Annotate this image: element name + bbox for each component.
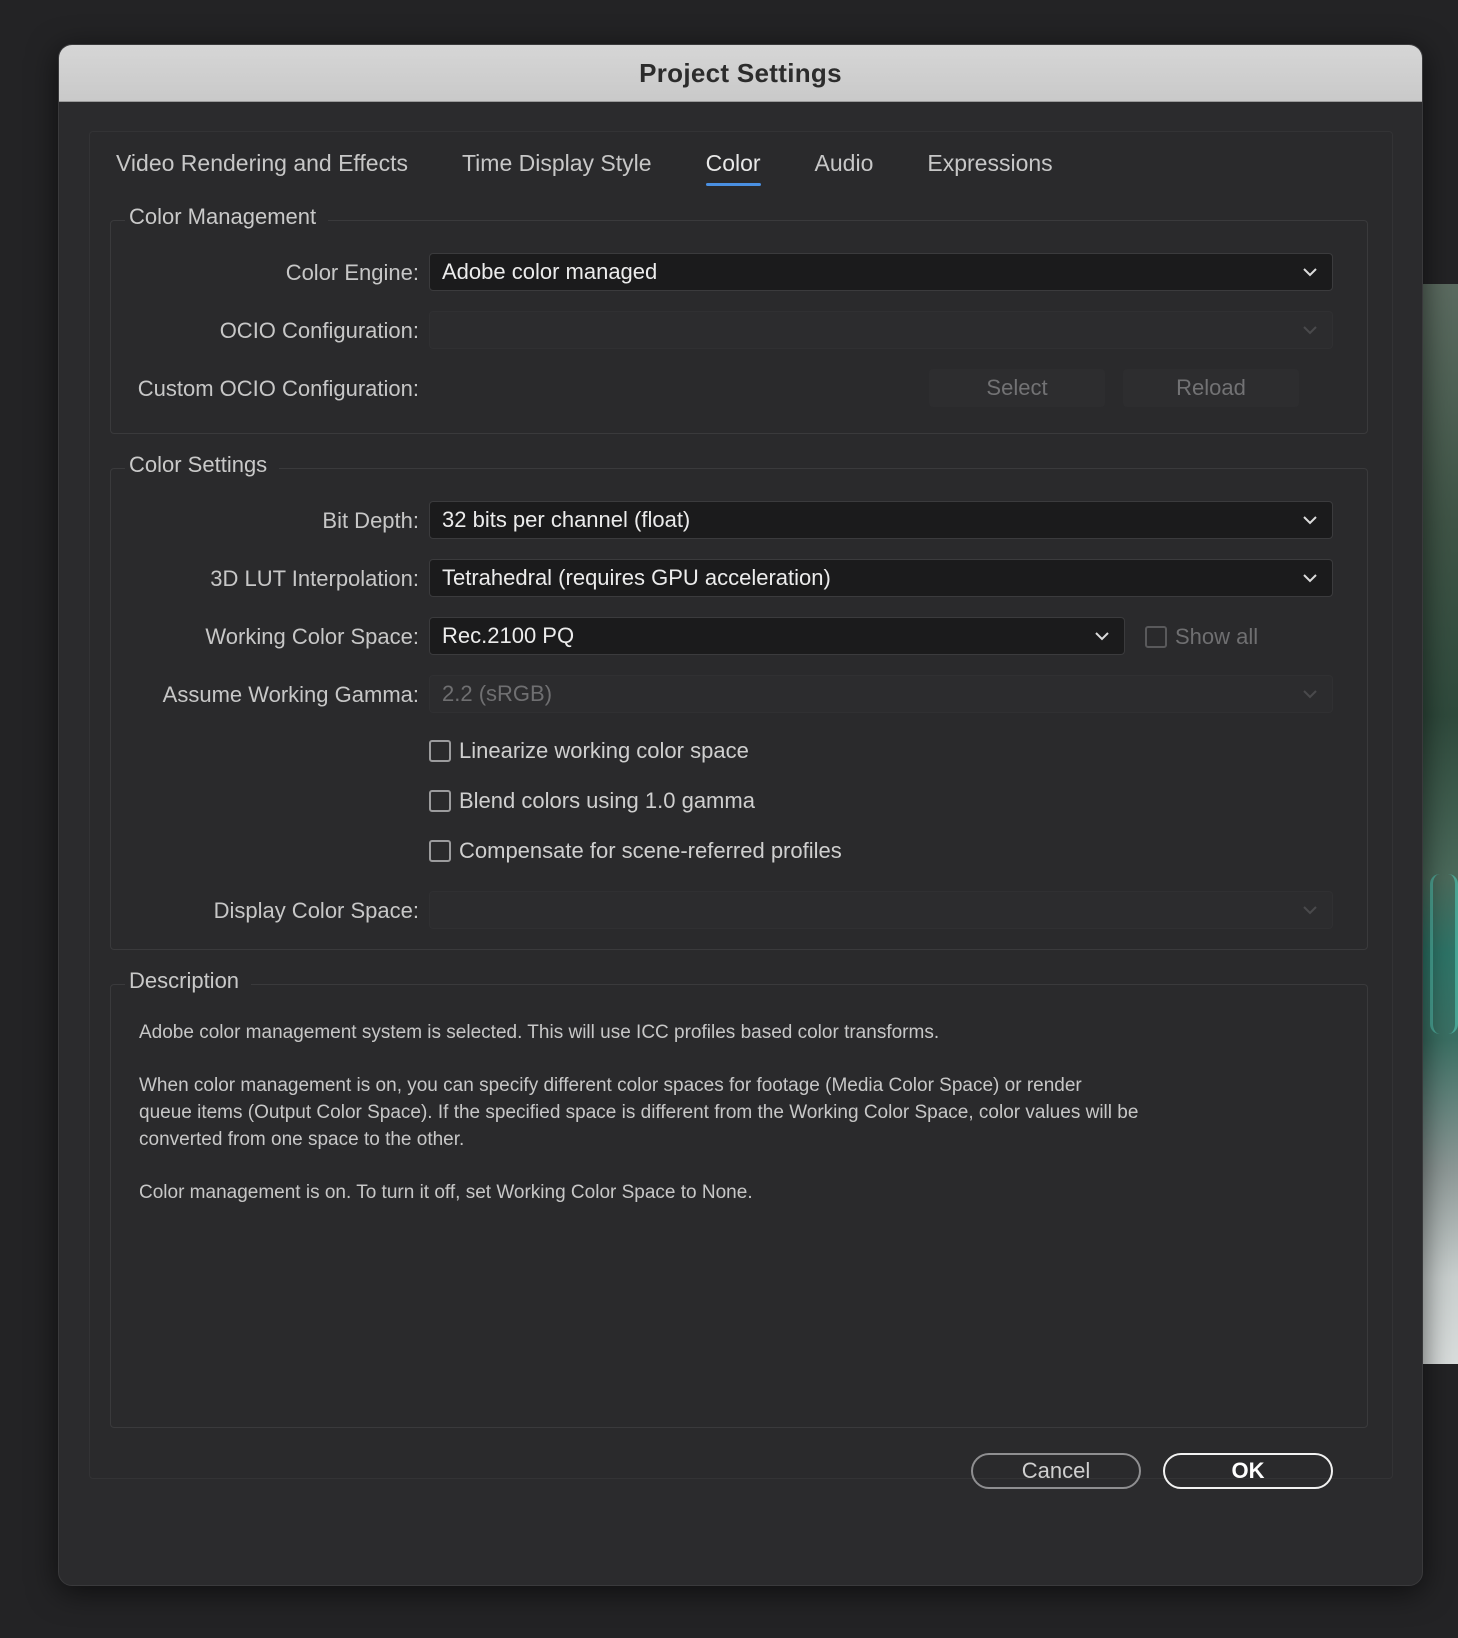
description-title: Description: [125, 968, 252, 994]
chevron-down-icon: [1094, 628, 1110, 644]
background-photo: [1420, 284, 1458, 1364]
lut-interpolation-value: Tetrahedral (requires GPU acceleration): [442, 565, 831, 590]
tab-bar: Video Rendering and Effects Time Display…: [116, 150, 1107, 186]
ok-button[interactable]: OK: [1163, 1453, 1333, 1489]
compensate-label: Compensate for scene-referred profiles: [459, 838, 842, 863]
color-engine-value: Adobe color managed: [442, 259, 658, 284]
tab-color[interactable]: Color: [705, 150, 761, 186]
custom-ocio-label: Custom OCIO Configuration:: [137, 376, 419, 401]
show-all-checkbox: Show all: [1145, 621, 1258, 653]
select-ocio-button: Select: [929, 369, 1105, 407]
linearize-checkbox[interactable]: Linearize working color space: [429, 735, 749, 767]
bit-depth-dropdown[interactable]: 32 bits per channel (float): [429, 501, 1333, 539]
chevron-down-icon: [1302, 570, 1318, 586]
compensate-box[interactable]: [429, 840, 451, 862]
description-group: Description Adobe color management syste…: [110, 968, 1368, 1428]
working-gamma-dropdown: 2.2 (sRGB): [429, 675, 1333, 713]
display-color-space-row: Display Color Space:: [111, 891, 1367, 931]
cancel-button[interactable]: Cancel: [971, 1453, 1141, 1489]
chevron-down-icon: [1302, 322, 1318, 338]
display-color-space-dropdown: [429, 891, 1333, 929]
compensate-checkbox[interactable]: Compensate for scene-referred profiles: [429, 835, 842, 867]
bit-depth-value: 32 bits per channel (float): [442, 507, 691, 532]
working-color-space-row: Working Color Space: Rec.2100 PQ Show al…: [111, 617, 1367, 657]
lut-interpolation-label: 3D LUT Interpolation:: [210, 566, 419, 591]
color-management-title: Color Management: [125, 204, 329, 230]
lut-interpolation-dropdown[interactable]: Tetrahedral (requires GPU acceleration): [429, 559, 1333, 597]
tab-video-rendering[interactable]: Video Rendering and Effects: [116, 150, 408, 185]
lut-interpolation-row: 3D LUT Interpolation: Tetrahedral (requi…: [111, 559, 1367, 599]
description-paragraph-3: Color management is on. To turn it off, …: [139, 1182, 753, 1203]
tab-time-display[interactable]: Time Display Style: [462, 150, 652, 185]
settings-panel: Video Rendering and Effects Time Display…: [89, 131, 1393, 1479]
blend-gamma-checkbox[interactable]: Blend colors using 1.0 gamma: [429, 785, 755, 817]
bit-depth-row: Bit Depth: 32 bits per channel (float): [111, 501, 1367, 541]
custom-ocio-row: Custom OCIO Configuration: Select Reload: [111, 369, 1367, 409]
color-engine-dropdown[interactable]: Adobe color managed: [429, 253, 1333, 291]
bit-depth-label: Bit Depth:: [322, 508, 419, 533]
working-color-space-value: Rec.2100 PQ: [442, 623, 575, 648]
blend-gamma-box[interactable]: [429, 790, 451, 812]
description-text: Adobe color management system is selecte…: [139, 1019, 1139, 1232]
color-engine-label: Color Engine:: [285, 260, 419, 285]
working-gamma-label: Assume Working Gamma:: [162, 682, 419, 707]
chevron-down-icon: [1302, 686, 1318, 702]
ocio-config-label: OCIO Configuration:: [219, 318, 419, 343]
dialog-title: Project Settings: [639, 57, 842, 88]
fence-ornament: [1430, 874, 1458, 1034]
show-all-label: Show all: [1175, 624, 1259, 649]
working-gamma-row: Assume Working Gamma: 2.2 (sRGB): [111, 675, 1367, 715]
color-settings-title: Color Settings: [125, 452, 280, 478]
display-color-space-label: Display Color Space:: [213, 898, 419, 923]
working-color-space-label: Working Color Space:: [205, 624, 419, 649]
color-engine-row: Color Engine: Adobe color managed: [111, 253, 1367, 293]
working-gamma-value: 2.2 (sRGB): [442, 681, 553, 706]
ocio-config-row: OCIO Configuration:: [111, 311, 1367, 351]
title-bar: Project Settings: [59, 45, 1422, 102]
show-all-box: [1145, 626, 1167, 648]
linearize-box[interactable]: [429, 740, 451, 762]
chevron-down-icon: [1302, 902, 1318, 918]
color-management-group: Color Management Color Engine: Adobe col…: [110, 204, 1368, 434]
working-color-space-dropdown[interactable]: Rec.2100 PQ: [429, 617, 1125, 655]
project-settings-dialog: Project Settings Video Rendering and Eff…: [58, 44, 1423, 1586]
tab-audio[interactable]: Audio: [815, 150, 874, 185]
description-paragraph-2: When color management is on, you can spe…: [139, 1075, 1139, 1150]
linearize-label: Linearize working color space: [459, 738, 749, 763]
chevron-down-icon: [1302, 264, 1318, 280]
tab-expressions[interactable]: Expressions: [927, 150, 1052, 185]
reload-ocio-button: Reload: [1123, 369, 1299, 407]
chevron-down-icon: [1302, 512, 1318, 528]
blend-gamma-label: Blend colors using 1.0 gamma: [459, 788, 755, 813]
description-paragraph-1: Adobe color management system is selecte…: [139, 1022, 940, 1043]
ocio-config-dropdown: [429, 311, 1333, 349]
color-settings-group: Color Settings Bit Depth: 32 bits per ch…: [110, 452, 1368, 950]
